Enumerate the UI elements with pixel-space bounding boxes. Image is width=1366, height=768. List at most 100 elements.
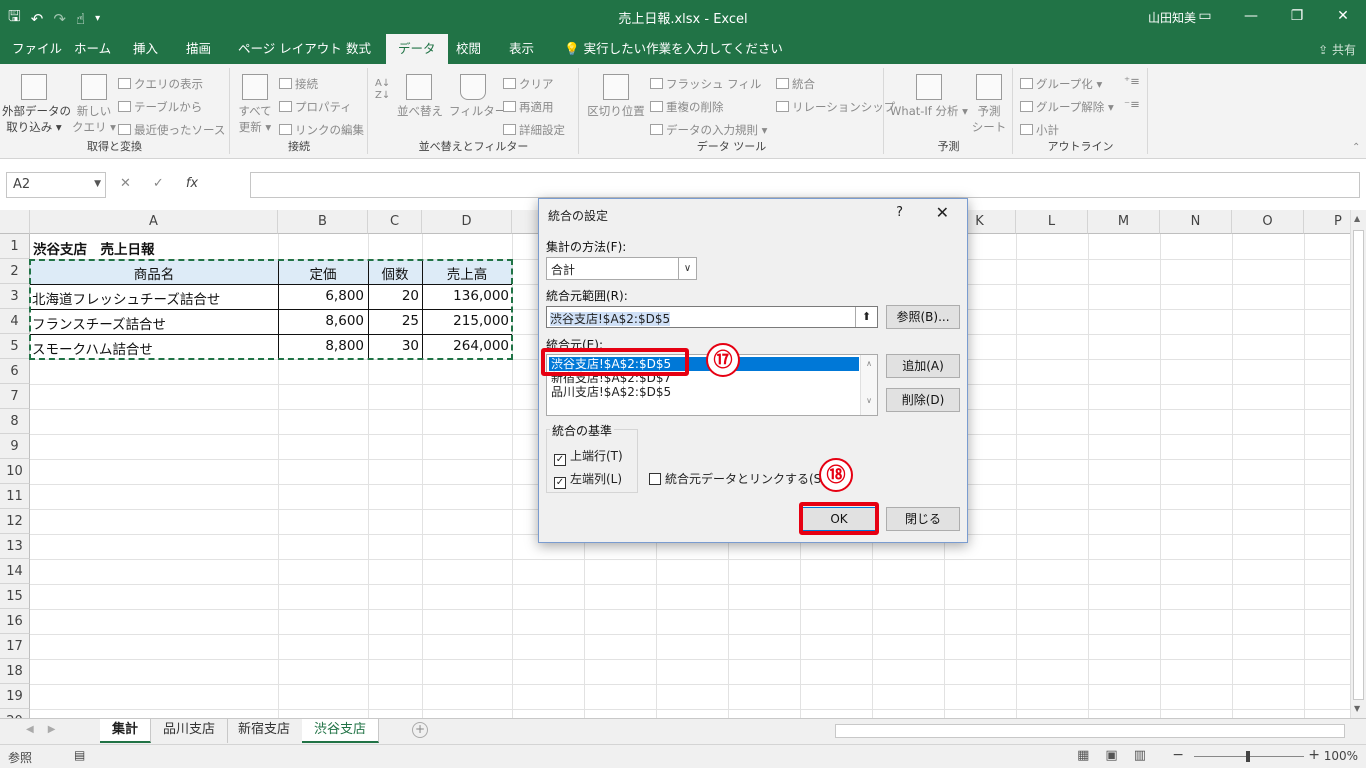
macro-record-icon[interactable]: ▤ [74, 748, 85, 762]
tab-draw[interactable]: 描画 [174, 34, 223, 64]
help-icon[interactable]: ? [896, 205, 903, 220]
close-icon[interactable]: ✕ [936, 203, 949, 222]
remove-duplicates-button[interactable]: 重複の削除 [650, 99, 724, 115]
sheet-nav-arrows-icon[interactable]: ◀▶ [26, 724, 69, 735]
row-header-5[interactable]: 5 [0, 334, 30, 359]
what-if-button[interactable]: What-If 分析 ▾ [889, 74, 969, 119]
tab-home[interactable]: ホーム [62, 34, 123, 64]
list-scrollbar[interactable]: ∧ ∨ [860, 355, 877, 415]
chevron-down-icon[interactable]: ∨ [678, 258, 696, 279]
ungroup-button[interactable]: グループ解除 ▾ [1020, 99, 1114, 115]
table-cell[interactable]: 6,800 [278, 288, 364, 304]
row-header-2[interactable]: 2 [0, 259, 30, 284]
tab-review[interactable]: 校閲 [444, 34, 493, 64]
column-header-m[interactable]: M [1088, 210, 1160, 234]
row-header-17[interactable]: 17 [0, 634, 30, 659]
subtotal-button[interactable]: 小計 [1020, 122, 1059, 138]
connections-button[interactable]: 接続 [279, 76, 318, 92]
row-header-11[interactable]: 11 [0, 484, 30, 509]
column-header-b[interactable]: B [278, 210, 368, 234]
flash-fill-button[interactable]: フラッシュ フィル [650, 76, 761, 92]
recent-sources-button[interactable]: 最近使ったソース [118, 122, 225, 138]
table-cell[interactable]: 8,800 [278, 338, 364, 354]
delete-button[interactable]: 削除(D) [886, 388, 960, 412]
close-button[interactable]: 閉じる [886, 507, 960, 531]
table-cell[interactable]: 25 [368, 313, 419, 329]
row-header-3[interactable]: 3 [0, 284, 30, 309]
header-cell[interactable]: 売上高 [422, 263, 512, 283]
zoom-slider[interactable] [1194, 751, 1304, 762]
table-cell[interactable]: フランスチーズ詰合せ [32, 313, 276, 333]
reference-input[interactable]: 渋谷支店!$A$2:$D$5 [546, 306, 878, 328]
zoom-level[interactable]: 100% [1324, 749, 1358, 763]
edit-links-button[interactable]: リンクの編集 [279, 122, 364, 138]
collapse-dialog-icon[interactable]: ⬆ [855, 307, 877, 327]
confirm-entry-icon[interactable]: ✓ [153, 176, 164, 191]
forecast-sheet-button[interactable]: 予測 シート [971, 74, 1007, 135]
row-header-6[interactable]: 6 [0, 359, 30, 384]
scroll-up-icon[interactable]: ▲ [1354, 214, 1360, 223]
row-header-18[interactable]: 18 [0, 659, 30, 684]
get-external-data-button[interactable]: 外部データの 取り込み ▾ [2, 74, 71, 135]
sheet-tab-shibuya[interactable]: 渋谷支店 [302, 719, 380, 743]
row-header-20[interactable]: 20 [0, 709, 30, 718]
restore-icon[interactable]: ❐ [1274, 0, 1320, 32]
consolidate-button[interactable]: 統合 [776, 76, 815, 92]
table-cell[interactable]: 136,000 [422, 288, 509, 304]
new-query-button[interactable]: 新しい クエリ ▾ [72, 74, 116, 135]
chevron-up-icon[interactable]: ∧ [861, 359, 877, 368]
row-header-7[interactable]: 7 [0, 384, 30, 409]
column-header-c[interactable]: C [368, 210, 422, 234]
sheet-tab-summary[interactable]: 集計 [100, 719, 152, 743]
collapse-ribbon-icon[interactable]: ⌃ [1352, 142, 1360, 153]
tab-data[interactable]: データ [386, 34, 448, 64]
minimize-icon[interactable]: — [1228, 0, 1274, 32]
add-sheet-icon[interactable]: + [412, 722, 428, 738]
ribbon-display-icon[interactable]: ▭ [1182, 0, 1228, 32]
advanced-button[interactable]: 詳細設定 [503, 122, 565, 138]
column-header-l[interactable]: L [1016, 210, 1088, 234]
header-cell[interactable]: 個数 [368, 263, 422, 283]
select-all-corner[interactable] [0, 210, 30, 234]
table-cell[interactable]: スモークハム詰合せ [32, 338, 276, 358]
column-header-a[interactable]: A [30, 210, 278, 234]
insert-function-icon[interactable]: fx [186, 176, 198, 191]
refresh-all-button[interactable]: すべて 更新 ▾ [235, 74, 275, 135]
cancel-entry-icon[interactable]: ✕ [120, 176, 131, 191]
row-header-13[interactable]: 13 [0, 534, 30, 559]
table-cell[interactable]: 北海道フレッシュチーズ詰合せ [32, 288, 276, 308]
tab-formulas[interactable]: 数式 [334, 34, 383, 64]
sheet-title-cell[interactable]: 渋谷支店 売上日報 [33, 238, 155, 258]
column-header-o[interactable]: O [1232, 210, 1304, 234]
show-queries-button[interactable]: クエリの表示 [118, 76, 203, 92]
horizontal-scrollbar[interactable] [835, 724, 1345, 738]
from-table-button[interactable]: テーブルから [118, 99, 202, 115]
column-header-p[interactable]: P [1304, 210, 1350, 234]
sort-button[interactable]: 並べ替え [397, 74, 443, 119]
reapply-button[interactable]: 再適用 [503, 99, 554, 115]
data-validation-button[interactable]: データの入力規則 ▾ [650, 122, 767, 138]
name-box[interactable]: A2 ▼ [6, 172, 106, 198]
show-detail-icon[interactable]: ⁺≡ [1124, 74, 1140, 88]
row-header-1[interactable]: 1 [0, 234, 30, 259]
browse-button[interactable]: 参照(B)... [886, 305, 960, 329]
scroll-thumb[interactable] [1353, 230, 1364, 700]
table-cell[interactable]: 215,000 [422, 313, 509, 329]
normal-view-icon[interactable]: ▦ [1077, 748, 1089, 763]
tab-insert[interactable]: 挿入 [121, 34, 170, 64]
top-row-checkbox[interactable]: ✓ 上端行(T) [554, 447, 623, 466]
column-header-n[interactable]: N [1160, 210, 1232, 234]
chevron-down-icon[interactable]: ▼ [94, 179, 101, 189]
add-button[interactable]: 追加(A) [886, 354, 960, 378]
zoom-knob[interactable] [1246, 751, 1250, 762]
tell-me-box[interactable]: 💡 実行したい作業を入力してください [552, 34, 795, 64]
scroll-down-icon[interactable]: ▼ [1354, 704, 1360, 713]
header-cell[interactable]: 商品名 [30, 263, 278, 283]
list-item[interactable]: 品川支店!$A$2:$D$5 [549, 385, 673, 399]
relationships-button[interactable]: リレーションシップ [776, 99, 895, 115]
header-cell[interactable]: 定価 [278, 263, 368, 283]
zoom-out-icon[interactable]: − [1172, 747, 1184, 763]
clear-button[interactable]: クリア [503, 76, 554, 92]
row-header-4[interactable]: 4 [0, 309, 30, 334]
page-break-view-icon[interactable]: ▥ [1134, 748, 1146, 763]
